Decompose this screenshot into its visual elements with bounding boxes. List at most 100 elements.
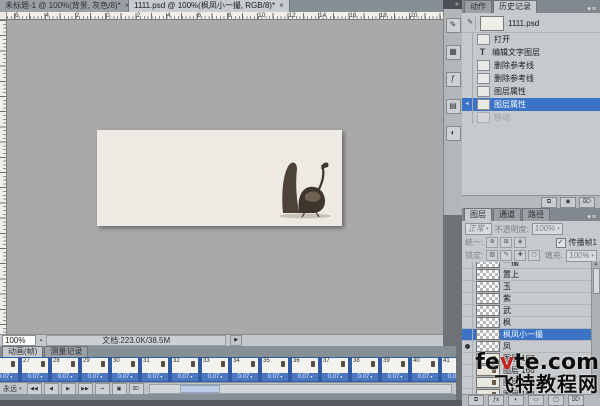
layer-row[interactable]: 置上	[462, 269, 591, 281]
layer-thumbnail[interactable]	[476, 269, 500, 280]
frame-delay-select[interactable]: 0.07▾	[22, 373, 48, 381]
layer-row[interactable]: 枫	[462, 317, 591, 329]
layer-row[interactable]: 武	[462, 305, 591, 317]
opacity-field[interactable]: 100%▾	[532, 223, 563, 235]
animation-frame[interactable]: 38 0.07▾	[351, 357, 379, 382]
brush-panel-icon[interactable]: ✎	[446, 18, 461, 33]
visibility-toggle[interactable]	[463, 305, 473, 316]
frame-delay-select[interactable]: 0.07▾	[82, 373, 108, 381]
panel-menu-icon[interactable]: ▾≡	[587, 5, 600, 13]
new-group-icon[interactable]: ▭	[528, 395, 544, 406]
animation-frame[interactable]: 30 0.07▾	[111, 357, 139, 382]
next-frame-button[interactable]: ▶▶	[78, 383, 93, 395]
animation-frame[interactable]: 29 0.07▾	[81, 357, 109, 382]
styles-panel-icon[interactable]: ƒ	[446, 72, 461, 87]
blend-mode-select[interactable]: 正常▾	[465, 223, 492, 235]
history-step[interactable]: 删除参考线	[462, 72, 600, 85]
animation-frame[interactable]: 41 0.07▾	[441, 357, 456, 382]
layer-thumbnail[interactable]	[476, 329, 500, 340]
history-brush-well[interactable]	[462, 33, 473, 46]
animation-frame[interactable]: 36 0.07▾	[291, 357, 319, 382]
frame-delay-select[interactable]: 0.07▾	[262, 373, 288, 381]
animation-frame[interactable]: 33 0.07▾	[201, 357, 229, 382]
link-layers-icon[interactable]: ⧉	[468, 395, 484, 406]
visibility-toggle[interactable]	[463, 353, 473, 364]
fill-field[interactable]: 100%▾	[566, 250, 597, 262]
delete-layer-icon[interactable]: ⌦	[568, 395, 584, 406]
history-step[interactable]: 移动	[462, 111, 600, 124]
tab-history[interactable]: 历史记录	[493, 0, 537, 13]
frames-scrollbar[interactable]	[149, 384, 452, 394]
frame-delay-select[interactable]: 0.07▾	[232, 373, 258, 381]
frame-delay-select[interactable]: 0.07▾	[112, 373, 138, 381]
swatches-panel-icon[interactable]: ▦	[446, 45, 461, 60]
tab-1111-psd[interactable]: 1111.psd @ 100%(枫凤小一撮, RGB/8)* ×	[129, 0, 290, 12]
visibility-toggle[interactable]	[463, 262, 473, 268]
lock-pixels-icon[interactable]: ✎	[500, 250, 512, 261]
vertical-ruler[interactable]	[0, 20, 7, 334]
lock-all-icon[interactable]: ◻	[528, 250, 540, 261]
scroll-up-icon[interactable]: ▲	[594, 261, 599, 267]
new-doc-from-state-icon[interactable]: ⧉	[541, 197, 557, 208]
layer-row[interactable]: 枫凤小一撮	[462, 329, 591, 341]
animation-frame[interactable]: 26 0.07▾	[0, 357, 19, 382]
layer-thumbnail[interactable]	[476, 305, 500, 316]
history-brush-well[interactable]	[462, 59, 473, 72]
delete-frame-button[interactable]: ⌦	[129, 383, 144, 395]
animation-frame[interactable]: 31 0.07▾	[141, 357, 169, 382]
history-step[interactable]: 删除参考线	[462, 59, 600, 72]
history-step[interactable]: 打开	[462, 33, 600, 46]
visibility-toggle[interactable]	[463, 329, 473, 340]
visibility-toggle[interactable]	[463, 269, 473, 280]
visibility-toggle[interactable]	[463, 293, 473, 304]
unify-style-icon[interactable]: ◈	[514, 237, 526, 248]
canvas-area[interactable]	[7, 20, 443, 334]
scrollbar-thumb[interactable]	[180, 385, 220, 393]
frame-delay-select[interactable]: 0.07▾	[382, 373, 408, 381]
info-panel-icon[interactable]: ▤	[446, 99, 461, 114]
frame-delay-select[interactable]: 0.07▾	[202, 373, 228, 381]
status-options-icon[interactable]: ▶	[230, 335, 242, 346]
duplicate-frame-button[interactable]: ▣	[112, 383, 127, 395]
frame-delay-select[interactable]: 0.07▾	[172, 373, 198, 381]
tab-channels[interactable]: 通道	[493, 208, 521, 221]
history-brush-well[interactable]	[462, 98, 473, 111]
play-button[interactable]: ▶	[61, 383, 76, 395]
visibility-toggle[interactable]	[463, 281, 473, 292]
animation-frame[interactable]: 40 0.07▾	[411, 357, 439, 382]
visibility-toggle[interactable]	[463, 377, 473, 388]
new-layer-icon[interactable]: ▢	[548, 395, 564, 406]
document-canvas[interactable]	[97, 130, 342, 226]
lock-transparency-icon[interactable]: ▨	[486, 250, 498, 261]
unify-visibility-icon[interactable]: ⊞	[500, 237, 512, 248]
tween-button[interactable]: ⇝	[95, 383, 110, 395]
frame-delay-select[interactable]: 0.07▾	[322, 373, 348, 381]
previous-frame-button[interactable]: ◀	[44, 383, 59, 395]
lock-position-icon[interactable]: ✚	[514, 250, 526, 261]
frame-delay-select[interactable]: 0.07▾	[52, 373, 78, 381]
history-step[interactable]: 图层属性	[462, 98, 600, 111]
visibility-toggle[interactable]	[463, 365, 473, 376]
history-snapshot-row[interactable]: ✎ 1111.psd	[462, 15, 600, 33]
animation-frame[interactable]: 27 0.07▾	[21, 357, 49, 382]
unify-position-icon[interactable]: ⊕	[486, 237, 498, 248]
animation-frame[interactable]: 28 0.07▾	[51, 357, 79, 382]
history-step[interactable]: 图层属性	[462, 85, 600, 98]
history-brush-well[interactable]	[462, 85, 473, 98]
animation-frame[interactable]: 39 0.07▾	[381, 357, 409, 382]
collapse-dock-icon[interactable]: «	[443, 0, 462, 9]
animation-frame[interactable]: 35 0.07▾	[261, 357, 289, 382]
adjustments-panel-icon[interactable]: ◐	[446, 126, 461, 141]
loop-count-select[interactable]: 永远▾	[3, 384, 25, 394]
layer-style-icon[interactable]: ƒx	[488, 395, 504, 406]
visibility-toggle[interactable]	[463, 341, 473, 352]
first-frame-button[interactable]: ◀◀	[27, 383, 42, 395]
panel-menu-icon[interactable]: ▾≡	[587, 213, 600, 221]
layer-thumbnail[interactable]	[476, 293, 500, 304]
tab-animation-frames[interactable]: 动画(帧)	[2, 346, 43, 357]
propagate-checkbox[interactable]: ✓	[556, 238, 566, 248]
frame-delay-select[interactable]: 0.07▾	[412, 373, 438, 381]
ruler-origin-corner[interactable]	[0, 12, 7, 20]
frame-delay-select[interactable]: 0.07▾	[292, 373, 318, 381]
history-step[interactable]: T 编辑文字图层	[462, 46, 600, 59]
